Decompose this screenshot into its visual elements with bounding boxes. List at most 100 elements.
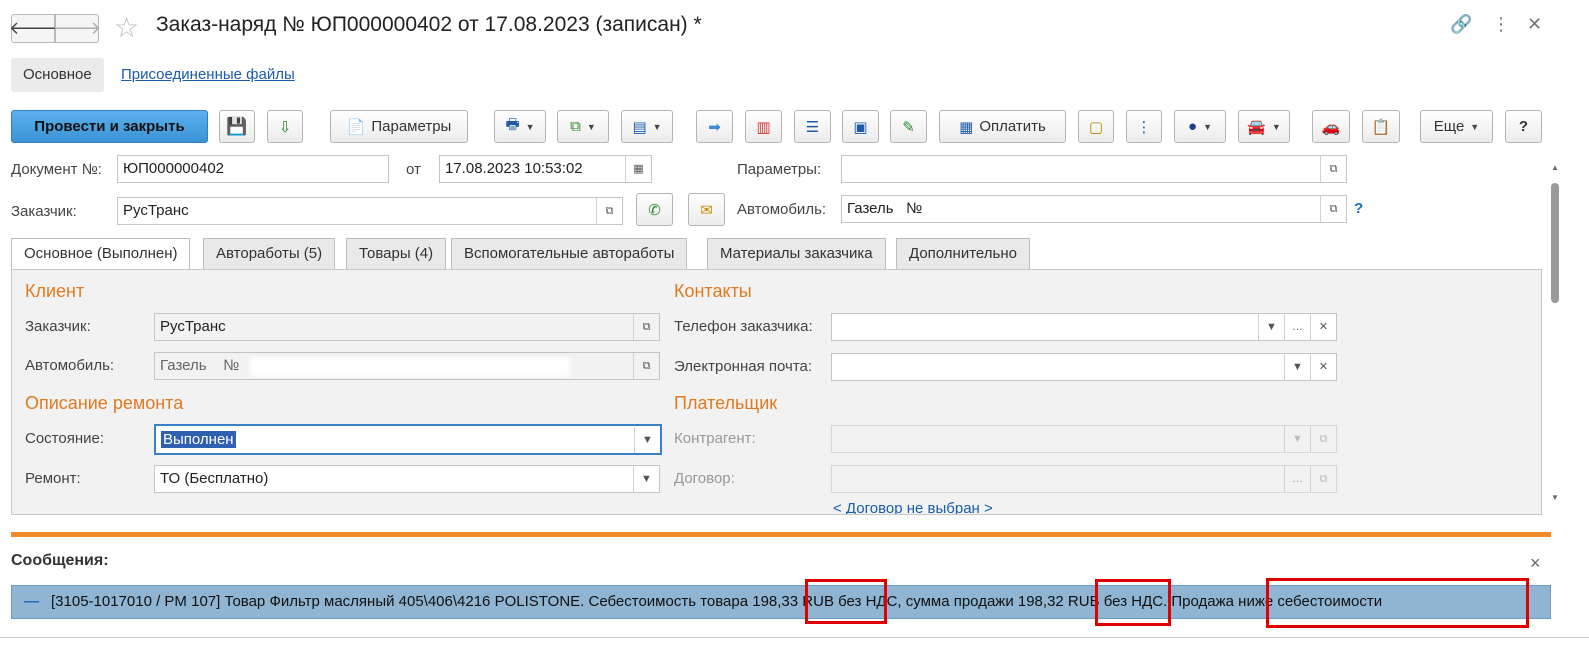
- chevron-down-icon[interactable]: ▼: [633, 466, 659, 492]
- subtab-main[interactable]: Основное: [11, 58, 104, 92]
- ellipsis-icon[interactable]: …: [1284, 314, 1310, 340]
- open-icon[interactable]: ⧉: [1310, 426, 1336, 452]
- client-section-title: Клиент: [25, 281, 85, 301]
- cassette-icon: ▣: [853, 118, 868, 136]
- contract-label: Договор:: [674, 470, 735, 487]
- chevron-down-icon: ▼: [525, 121, 535, 132]
- open-icon[interactable]: ⧉: [1310, 466, 1336, 492]
- clear-icon[interactable]: ✕: [1310, 354, 1336, 380]
- cash-register-icon: ▦: [959, 118, 974, 136]
- open-icon[interactable]: ⧉: [596, 198, 622, 224]
- open-icon[interactable]: ⧉: [1320, 196, 1346, 222]
- email-button[interactable]: ✉: [688, 193, 725, 226]
- more-button[interactable]: Еще ▼: [1420, 110, 1493, 143]
- counterparty-label: Контрагент:: [674, 430, 756, 447]
- call-button[interactable]: ✆: [636, 193, 673, 226]
- repair-value: ТО (Бесплатно): [160, 470, 269, 487]
- scrollbar[interactable]: ▲ ▼: [1549, 163, 1561, 509]
- tab-aux-works[interactable]: Вспомогательные автоработы: [451, 238, 688, 270]
- tree-icon: ⋮: [1136, 118, 1152, 136]
- clear-icon[interactable]: ✕: [1310, 314, 1336, 340]
- open-icon[interactable]: ⧉: [633, 314, 659, 340]
- chevron-down-icon[interactable]: ▼: [1258, 314, 1284, 340]
- tab-customer-materials[interactable]: Материалы заказчика: [707, 238, 886, 270]
- create-based-on-button[interactable]: ⧉ ▼: [557, 110, 609, 143]
- print-button[interactable]: 🖶 ▼: [494, 110, 546, 143]
- badge-button[interactable]: ▢: [1078, 110, 1114, 143]
- forward-button[interactable]: 🡒: [53, 14, 101, 43]
- go-button[interactable]: ➡: [696, 110, 733, 143]
- reports-button[interactable]: ▤ ▼: [621, 110, 673, 143]
- help-question[interactable]: ?: [1354, 200, 1363, 217]
- splitter[interactable]: [11, 532, 1551, 537]
- calendar-icon[interactable]: ▦: [625, 156, 651, 182]
- car-menu-button[interactable]: 🚘 ▼: [1238, 110, 1290, 143]
- phone-label: Телефон заказчика:: [674, 318, 813, 335]
- open-icon[interactable]: ⧉: [633, 353, 659, 379]
- post-and-close-button[interactable]: Провести и закрыть: [11, 110, 208, 143]
- post-button[interactable]: ⇩: [267, 110, 303, 143]
- highlight-below-cost: [1266, 578, 1529, 628]
- scroll-up-icon[interactable]: ▲: [1551, 163, 1559, 172]
- chevron-down-icon: ▼: [1470, 121, 1480, 132]
- car-button[interactable]: 🚗: [1312, 110, 1350, 143]
- status-bar: [0, 637, 1589, 659]
- chevron-down-icon[interactable]: ▼: [634, 427, 660, 453]
- open-icon[interactable]: ⧉: [1320, 156, 1346, 182]
- parameters-label: Параметры: [371, 118, 452, 135]
- contract-field[interactable]: … ⧉: [831, 465, 1337, 493]
- close-icon[interactable]: ✕: [1527, 14, 1542, 35]
- date-field[interactable]: 17.08.2023 10:53:02 ▦: [439, 155, 652, 183]
- client-customer-field[interactable]: РусТранс ⧉: [154, 313, 660, 341]
- messages-close-icon[interactable]: ×: [1530, 553, 1541, 574]
- car-value: Газель №: [847, 200, 923, 217]
- parameters-button[interactable]: 📄 Параметры: [330, 110, 468, 143]
- tab-main[interactable]: Основное (Выполнен): [11, 238, 191, 270]
- edit-history-button[interactable]: ✎: [890, 110, 927, 143]
- doc-no-field[interactable]: ЮП000000402: [117, 155, 389, 183]
- link-icon[interactable]: 🔗: [1450, 14, 1472, 35]
- pay-button[interactable]: ▦ Оплатить: [939, 110, 1066, 143]
- back-button[interactable]: 🡐: [9, 14, 57, 43]
- save-button[interactable]: 💾: [219, 110, 255, 143]
- email-field[interactable]: ▼ ✕: [831, 353, 1337, 381]
- highlight-cost: [805, 579, 887, 624]
- phone-field[interactable]: ▼… ✕: [831, 313, 1337, 341]
- scrollbar-thumb[interactable]: [1551, 183, 1559, 303]
- tab-goods[interactable]: Товары (4): [346, 238, 447, 270]
- clipboard-button[interactable]: 📋: [1362, 110, 1400, 143]
- more-vertical-icon[interactable]: ⋮: [1492, 14, 1510, 35]
- chevron-down-icon[interactable]: ▼: [1284, 354, 1310, 380]
- list-button[interactable]: ☰: [794, 110, 831, 143]
- doc-no-label: Документ №:: [11, 161, 102, 178]
- ellipsis-icon[interactable]: …: [1284, 466, 1310, 492]
- payer-section-title: Плательщик: [674, 393, 778, 413]
- dots-circle-icon: ●: [1188, 118, 1198, 135]
- customer-field[interactable]: РусТранс ⧉: [117, 197, 623, 225]
- tree-button[interactable]: ⋮: [1126, 110, 1162, 143]
- reports-icon: ▤: [632, 118, 647, 136]
- star-icon[interactable]: ☆: [114, 11, 139, 44]
- car-field[interactable]: Газель № ⧉: [841, 195, 1347, 223]
- redacted-blur: [250, 357, 570, 377]
- tab-autoworks[interactable]: Автоработы (5): [203, 238, 336, 270]
- redacted-blur: [937, 200, 1317, 220]
- params-field[interactable]: ⧉: [841, 155, 1347, 183]
- car-icon: 🚗: [1321, 118, 1341, 136]
- contract-link[interactable]: < Договор не выбран >: [833, 500, 993, 514]
- arrow-right-blue-icon: ➡: [708, 118, 721, 136]
- help-button[interactable]: ?: [1505, 110, 1542, 143]
- message-text: [3105-1017010 / PM 107] Товар Фильтр мас…: [51, 593, 1383, 610]
- client-car-field[interactable]: Газель № ⧉: [154, 352, 660, 380]
- report-button[interactable]: ▥: [745, 110, 782, 143]
- counterparty-field[interactable]: ▼ ⧉: [831, 425, 1337, 453]
- tab-additional[interactable]: Дополнительно: [896, 238, 1030, 270]
- chevron-down-icon[interactable]: ▼: [1284, 426, 1310, 452]
- more-actions-button[interactable]: ● ▼: [1174, 110, 1226, 143]
- repair-select[interactable]: ТО (Бесплатно) ▼: [154, 465, 660, 493]
- cassette-button[interactable]: ▣: [842, 110, 879, 143]
- params-label: Параметры:: [737, 161, 822, 178]
- scroll-down-icon[interactable]: ▼: [1551, 493, 1559, 502]
- state-select[interactable]: Выполнен ▼: [154, 424, 662, 455]
- subtab-attached-files[interactable]: Присоединенные файлы: [109, 58, 307, 92]
